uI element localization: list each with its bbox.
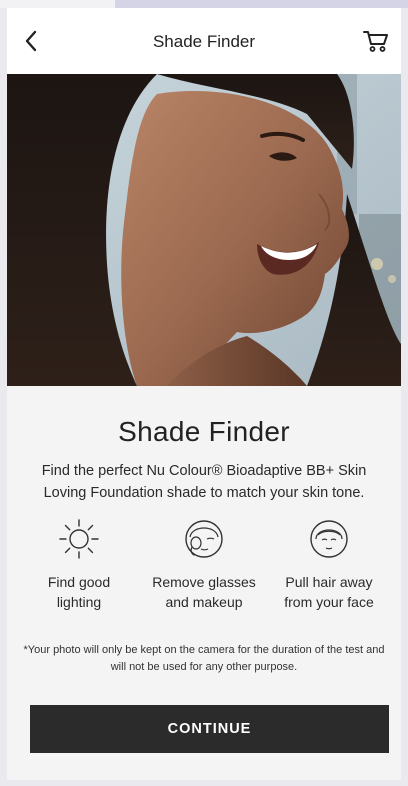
content-panel: Shade Finder Find the perfect Nu Colour®…	[7, 386, 401, 780]
header-bar: Shade Finder	[7, 8, 401, 74]
cart-button[interactable]	[361, 26, 391, 56]
tip-label: Pull hair away from your face	[284, 572, 373, 612]
header-title: Shade Finder	[152, 32, 256, 51]
tip-label-line: and makeup	[165, 594, 243, 610]
tips-row: Find good lighting Remove glasses and ma…	[17, 516, 391, 612]
description-text: Find the perfect Nu Colour® Bioadaptive …	[41, 463, 367, 501]
privacy-disclaimer: *Your photo will only be kept on the cam…	[23, 644, 385, 673]
face-hair-icon	[310, 520, 348, 558]
tip-label-line: Remove glasses	[152, 574, 256, 590]
tip-label: Remove glasses and makeup	[152, 572, 256, 612]
tip-label-line: lighting	[56, 594, 102, 610]
tip-label-line: Pull hair away	[285, 574, 373, 590]
tip-label-line: from your face	[284, 594, 374, 610]
continue-button[interactable]: CONTINUE	[30, 705, 389, 753]
tip-remove-makeup: Remove glasses and makeup	[142, 516, 266, 612]
tip-pull-hair: Pull hair away from your face	[267, 516, 391, 612]
smiling-woman-photo	[7, 74, 401, 386]
top-strip	[0, 0, 408, 8]
tip-label-line: Find good	[47, 574, 111, 590]
cart-icon	[363, 31, 388, 52]
top-strip-tab	[115, 0, 408, 8]
page-title: Shade Finder	[118, 416, 290, 447]
sun-icon	[59, 519, 99, 559]
hero-image	[7, 74, 401, 386]
tip-lighting: Find good lighting	[17, 516, 141, 612]
app-screen: Shade Finder Shade Finder Find the perfe…	[7, 8, 401, 780]
tip-label: Find good lighting	[48, 572, 110, 612]
face-wipe-icon	[185, 520, 223, 558]
